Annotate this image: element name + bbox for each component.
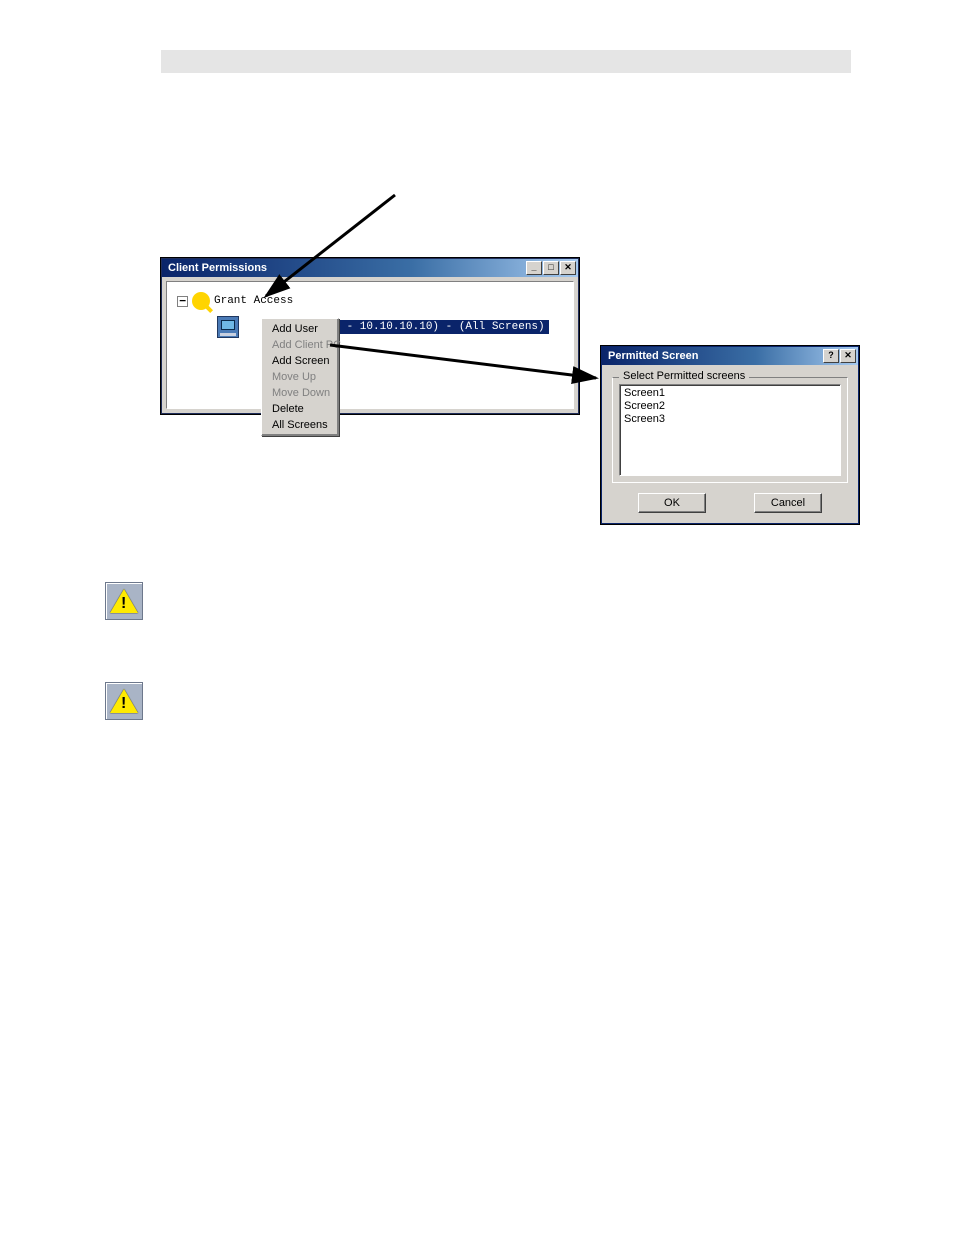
ctx-delete[interactable]: Delete xyxy=(264,401,336,417)
ctx-add-screen[interactable]: Add Screen xyxy=(264,353,336,369)
close-button[interactable]: ✕ xyxy=(560,261,576,275)
key-icon xyxy=(188,288,213,313)
permitted-screens-listbox[interactable]: Screen1 Screen2 Screen3 xyxy=(619,384,841,476)
tree-root-label: Grant Access xyxy=(214,295,293,307)
warning-icon xyxy=(105,582,143,620)
ctx-all-screens[interactable]: All Screens xyxy=(264,417,336,433)
close-button[interactable]: ✕ xyxy=(840,349,856,363)
list-item[interactable]: Screen3 xyxy=(624,413,836,426)
help-button[interactable]: ? xyxy=(823,349,839,363)
context-menu[interactable]: Add User Add Client PC Add Screen Move U… xyxy=(261,318,339,436)
cancel-button[interactable]: Cancel xyxy=(754,493,822,513)
pc-icon xyxy=(217,316,239,338)
ctx-add-client-pc: Add Client PC xyxy=(264,337,336,353)
tree-root-row[interactable]: − Grant Access xyxy=(177,292,567,310)
permitted-screen-title: Permitted Screen xyxy=(608,350,698,362)
list-item[interactable]: Screen2 xyxy=(624,400,836,413)
window-control-buttons: _ □ ✕ xyxy=(526,261,576,275)
client-permissions-window: Client Permissions _ □ ✕ − Grant Access … xyxy=(161,258,579,414)
ctx-add-user[interactable]: Add User xyxy=(264,321,336,337)
warning-triangle-icon xyxy=(110,589,138,613)
ctx-move-up: Move Up xyxy=(264,369,336,385)
ok-button[interactable]: OK xyxy=(638,493,706,513)
warning-triangle-icon xyxy=(110,689,138,713)
maximize-button[interactable]: □ xyxy=(543,261,559,275)
warning-icon xyxy=(105,682,143,720)
client-permissions-treeview[interactable]: − Grant Access .10.1 - 10.10.10.10) - (A… xyxy=(166,281,574,409)
ps-window-buttons: ? ✕ xyxy=(823,349,856,363)
list-item[interactable]: Screen1 xyxy=(624,387,836,400)
minimize-button[interactable]: _ xyxy=(526,261,542,275)
permitted-screen-dialog: Permitted Screen ? ✕ Select Permitted sc… xyxy=(601,346,859,524)
permitted-screens-group: Select Permitted screens Screen1 Screen2… xyxy=(612,377,848,483)
tree-expander[interactable]: − xyxy=(177,296,188,307)
permitted-screen-body: Select Permitted screens Screen1 Screen2… xyxy=(602,365,858,523)
client-permissions-title: Client Permissions xyxy=(168,262,267,274)
arrow-1 xyxy=(0,0,954,1235)
ctx-move-down: Move Down xyxy=(264,385,336,401)
tree-selected-node[interactable]: .10.1 - 10.10.10.10) - (All Screens) xyxy=(303,320,549,334)
page-header-bar xyxy=(161,50,851,73)
dialog-button-row: OK Cancel xyxy=(612,493,848,513)
permitted-screen-titlebar[interactable]: Permitted Screen ? ✕ xyxy=(602,347,858,365)
group-legend: Select Permitted screens xyxy=(619,370,749,382)
client-permissions-titlebar[interactable]: Client Permissions _ □ ✕ xyxy=(162,259,578,277)
